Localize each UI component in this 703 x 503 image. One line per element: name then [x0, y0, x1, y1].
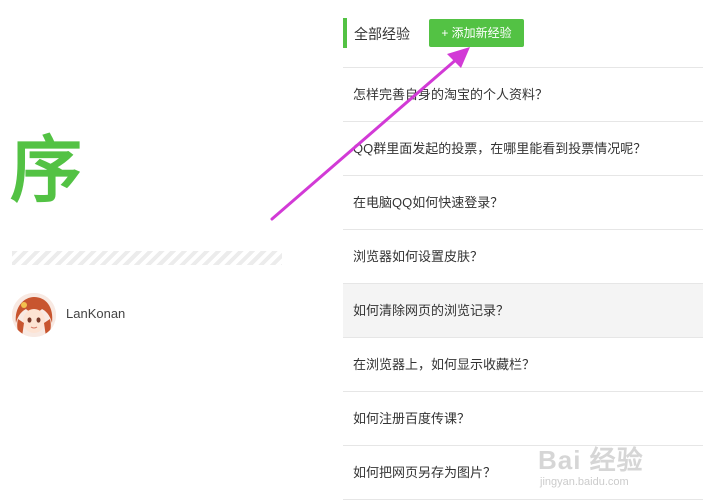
add-experience-button[interactable]: + 添加新经验 [429, 19, 524, 47]
header-accent-bar [343, 18, 347, 48]
list-item[interactable]: QQ群里面发起的投票，在哪里能看到投票情况呢？ [343, 122, 703, 176]
list-item[interactable]: 如何清除网页的浏览记录？ [343, 284, 703, 338]
list-item[interactable]: 如何注册百度传课？ [343, 392, 703, 446]
decorative-stripe [12, 251, 282, 265]
list-item[interactable]: 怎样完善自身的淘宝的个人资料？ [343, 68, 703, 122]
username-link[interactable]: LanKonan [66, 306, 125, 321]
all-experience-title: 全部经验 [354, 26, 410, 42]
list-item[interactable]: 在浏览器上，如何显示收藏栏？ [343, 338, 703, 392]
avatar[interactable] [12, 293, 56, 337]
profile-title-char: 序 [10, 128, 83, 212]
experience-list: 怎样完善自身的淘宝的个人资料？ QQ群里面发起的投票，在哪里能看到投票情况呢？ … [343, 68, 703, 500]
list-header: 全部经验 + 添加新经验 [343, 18, 703, 48]
list-item[interactable]: 在电脑QQ如何快速登录？ [343, 176, 703, 230]
list-item[interactable]: 如何把网页另存为图片？ [343, 446, 703, 500]
list-item[interactable]: 浏览器如何设置皮肤？ [343, 230, 703, 284]
avatar-image [12, 293, 56, 337]
